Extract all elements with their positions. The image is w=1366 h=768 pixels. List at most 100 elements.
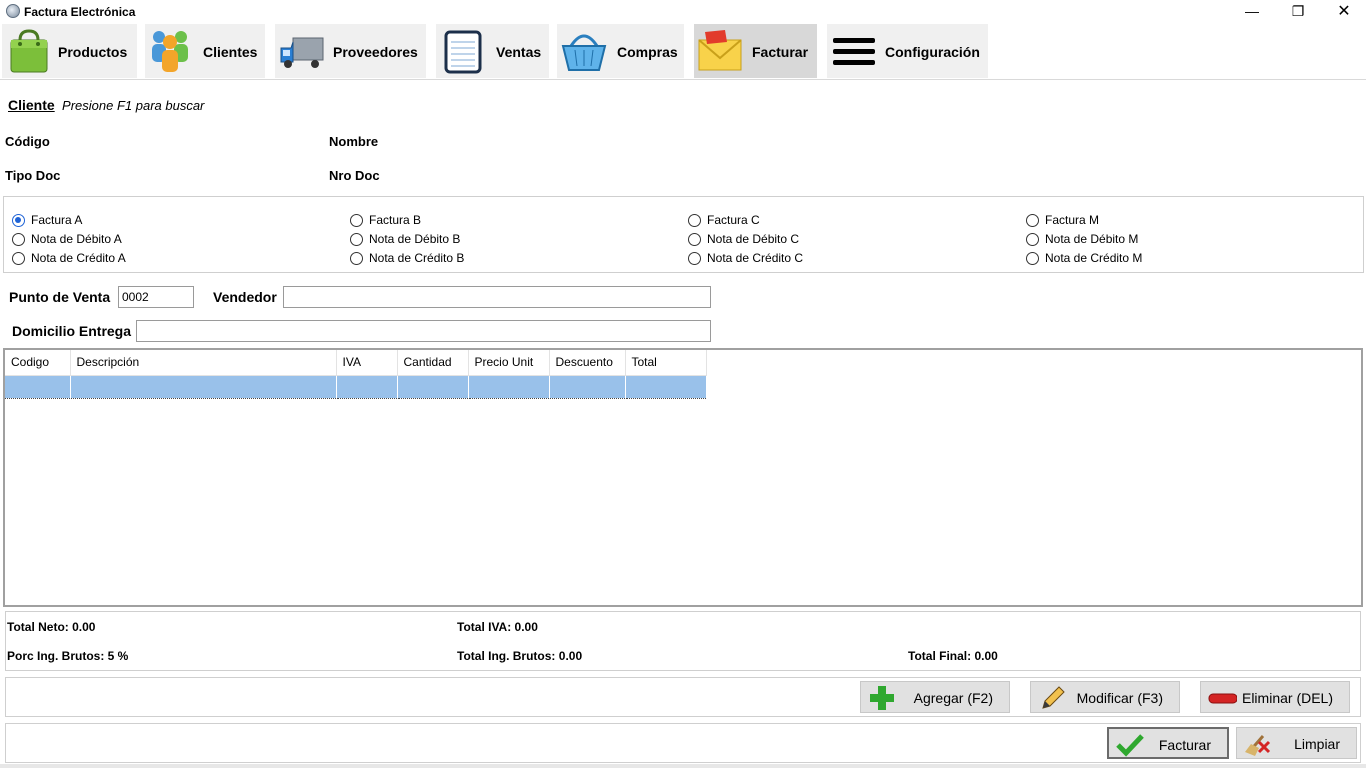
radio-label: Nota de Débito A — [31, 232, 122, 246]
radio-nota-credito-c[interactable]: Nota de Crédito C — [688, 251, 803, 265]
radio-dot — [1026, 232, 1039, 246]
total-final: Total Final: 0.00 — [908, 649, 998, 663]
toolbar-label: Configuración — [885, 44, 980, 60]
eliminar-button[interactable]: Eliminar (DEL) — [1200, 681, 1350, 713]
radio-factura-c[interactable]: Factura C — [688, 213, 760, 227]
cliente-header: Cliente Presione F1 para buscar — [8, 97, 204, 113]
users-icon — [152, 31, 188, 72]
radio-label: Nota de Crédito M — [1045, 251, 1143, 265]
col-iva[interactable]: IVA — [336, 350, 398, 376]
col-cantidad[interactable]: Cantidad — [397, 350, 469, 376]
checkmark-icon — [1116, 734, 1144, 757]
radio-dot — [12, 213, 25, 227]
radio-dot — [688, 251, 701, 265]
radio-label: Nota de Crédito B — [369, 251, 465, 265]
table-cell[interactable] — [468, 374, 550, 399]
pencil-icon — [1042, 686, 1065, 709]
table-cell[interactable] — [397, 374, 469, 399]
radio-dot — [1026, 251, 1039, 265]
maximize-button[interactable]: ❐ — [1275, 0, 1321, 22]
toolbar-productos-button[interactable]: Productos — [2, 24, 137, 78]
cliente-link[interactable]: Cliente — [8, 97, 55, 113]
toolbar-facturar-button[interactable]: Facturar — [694, 24, 817, 78]
radio-label: Nota de Crédito A — [31, 251, 126, 265]
toolbar-ventas-button[interactable]: Ventas — [436, 24, 549, 78]
toolbar-label: Ventas — [496, 44, 542, 60]
radio-dot — [12, 232, 25, 246]
facturar-label: Facturar — [1158, 737, 1211, 753]
radio-dot — [688, 232, 701, 246]
table-cell[interactable] — [625, 374, 707, 399]
radio-dot — [350, 232, 363, 246]
radio-dot — [12, 251, 25, 265]
radio-nota-credito-a[interactable]: Nota de Crédito A — [12, 251, 126, 265]
radio-nota-credito-m[interactable]: Nota de Crédito M — [1026, 251, 1142, 265]
punto-venta-input[interactable] — [118, 286, 194, 308]
taskbar-edge — [0, 764, 1366, 768]
facturar-button[interactable]: Facturar — [1107, 727, 1229, 759]
radio-nota-debito-c[interactable]: Nota de Débito C — [688, 232, 799, 246]
total-neto: Total Neto: 0.00 — [7, 620, 96, 634]
radio-nota-credito-b[interactable]: Nota de Crédito B — [350, 251, 464, 265]
minimize-button[interactable]: — — [1229, 0, 1275, 22]
toolbar-compras-button[interactable]: Compras — [557, 24, 684, 78]
radio-label: Factura M — [1045, 213, 1100, 227]
radio-nota-debito-b[interactable]: Nota de Débito B — [350, 232, 460, 246]
table-row[interactable] — [5, 374, 707, 399]
limpiar-label: Limpiar — [1294, 736, 1340, 752]
limpiar-button[interactable]: Limpiar — [1236, 727, 1357, 759]
modificar-label: Modificar (F3) — [1076, 690, 1163, 706]
basket-icon — [561, 34, 607, 71]
table-cell[interactable] — [549, 374, 626, 399]
toolbar-configuracion-button[interactable]: Configuración — [827, 24, 988, 78]
table-cell[interactable] — [70, 374, 337, 399]
shopping-bag-icon — [10, 29, 48, 73]
radio-label: Nota de Débito C — [707, 232, 800, 246]
radio-nota-debito-a[interactable]: Nota de Débito A — [12, 232, 122, 246]
table-cell[interactable] — [5, 374, 71, 399]
modificar-button[interactable]: Modificar (F3) — [1030, 681, 1180, 713]
tipo-doc-label: Tipo Doc — [5, 168, 61, 183]
col-codigo[interactable]: Codigo — [5, 350, 71, 376]
close-button[interactable]: ✕ — [1321, 0, 1366, 22]
radio-label: Factura A — [31, 213, 83, 227]
table-cell[interactable] — [336, 374, 398, 399]
eliminar-label: Eliminar (DEL) — [1241, 690, 1333, 706]
col-descuento[interactable]: Descuento — [549, 350, 626, 376]
toolbar-proveedores-button[interactable]: Proveedores — [275, 24, 426, 78]
col-descripcion[interactable]: Descripción — [70, 350, 337, 376]
menu-icon — [833, 38, 875, 65]
radio-factura-a[interactable]: Factura A — [12, 213, 82, 227]
broom-icon — [1245, 735, 1271, 756]
col-precio-unit[interactable]: Precio Unit — [468, 350, 550, 376]
radio-label: Factura B — [369, 213, 422, 227]
radio-factura-b[interactable]: Factura B — [350, 213, 421, 227]
cliente-hint: Presione F1 para buscar — [62, 98, 205, 113]
vendedor-input[interactable] — [283, 286, 711, 308]
notepad-icon — [444, 30, 482, 74]
radio-label: Nota de Crédito C — [707, 251, 804, 265]
plus-icon — [870, 686, 894, 710]
app-icon — [6, 4, 20, 18]
domicilio-entrega-input[interactable] — [136, 320, 711, 342]
agregar-button[interactable]: Agregar (F2) — [860, 681, 1010, 713]
radio-factura-m[interactable]: Factura M — [1026, 213, 1099, 227]
items-grid[interactable]: Codigo Descripción IVA Cantidad Precio U… — [3, 348, 1363, 607]
radio-nota-debito-m[interactable]: Nota de Débito M — [1026, 232, 1138, 246]
title-bar: Factura Electrónica — ❐ ✕ — [0, 0, 1366, 22]
col-total[interactable]: Total — [625, 350, 707, 376]
main-actions-bar: Facturar Limpiar — [5, 723, 1361, 763]
item-actions-bar: Agregar (F2) Modificar (F3) Eliminar (DE… — [5, 677, 1361, 717]
vendedor-label: Vendedor — [213, 289, 277, 305]
minus-icon — [1208, 693, 1237, 704]
toolbar-clientes-button[interactable]: Clientes — [145, 24, 265, 78]
total-iva: Total IVA: 0.00 — [457, 620, 538, 634]
radio-dot — [1026, 213, 1039, 227]
radio-label: Nota de Débito B — [369, 232, 461, 246]
toolbar-label: Proveedores — [333, 44, 418, 60]
radio-label: Nota de Débito M — [1045, 232, 1139, 246]
radio-dot — [350, 251, 363, 265]
radio-dot — [350, 213, 363, 227]
codigo-label: Código — [5, 134, 50, 149]
porc-ing-brutos: Porc Ing. Brutos: 5 % — [7, 649, 129, 663]
